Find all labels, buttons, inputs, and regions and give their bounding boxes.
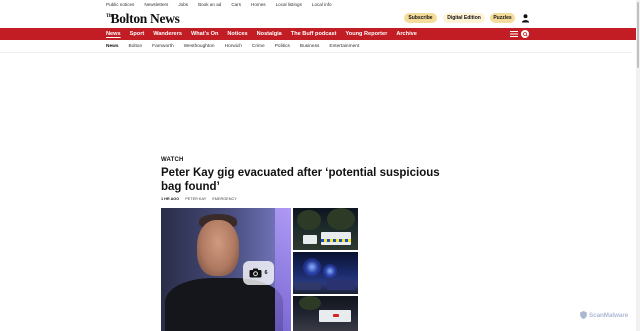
watermark-text: ScanMalware [589,311,629,319]
gallery-thumbnail[interactable] [293,208,358,250]
gallery-thumbnail[interactable] [293,296,358,331]
nav-item-whats-on[interactable]: What's On [191,31,218,37]
gallery-thumbnail[interactable] [293,252,358,294]
hamburger-menu-icon[interactable] [510,31,518,37]
vehicle-stripe [333,314,339,317]
nav-item-buff-podcast[interactable]: The Buff podcast [291,31,337,37]
vehicle-silhouette [295,282,321,290]
magnifier-glyph [522,31,528,37]
article-headline: Peter Kay gig evacuated after ‘potential… [161,167,440,193]
sub-nav-item-bolton[interactable]: Bolton [129,44,143,49]
emergency-light [323,264,337,278]
photo-gallery-button[interactable]: 6 [243,261,274,285]
hero-suit [165,278,283,331]
sub-nav-item-westhoughton[interactable]: Westhoughton [184,44,215,49]
logo-text: Bolton News [110,11,180,26]
site-logo[interactable]: The Bolton News [106,11,180,27]
parked-car [303,235,317,244]
thumb-tree [297,210,321,230]
sub-nav-item-farnworth[interactable]: Farnworth [152,44,174,49]
sub-nav-item-entertainment[interactable]: Entertainment [329,44,359,49]
emergency-light [303,258,321,276]
search-icon[interactable] [521,30,529,38]
shield-icon [580,311,587,319]
nav-item-notices[interactable]: Notices [227,31,247,37]
nav-item-wanderers[interactable]: Wanderers [153,31,182,37]
hero-face [197,220,239,276]
nav-item-sport[interactable]: Sport [130,31,145,37]
utility-bar: Public notices Newsletters Jobs Book an … [0,0,632,8]
nav-item-archive[interactable]: Archive [396,31,417,37]
utility-link-local-listings[interactable]: Local listings [276,2,302,7]
utility-link-book-an-ad[interactable]: Book an ad [198,2,221,7]
utility-link-local-info[interactable]: Local info [312,2,332,7]
article-tag[interactable]: EMERGENCY [212,197,236,201]
sub-nav-item-horwich[interactable]: Horwich [225,44,242,49]
thumb-tree [327,208,355,230]
logo-prefix: The [106,14,114,19]
article-kicker: WATCH [161,157,184,163]
digital-edition-button[interactable]: Digital Edition [443,13,485,23]
masthead: The Bolton News Subscribe Digital Editio… [0,8,632,28]
scrollbar-thumb[interactable] [637,2,639,68]
hero-stage-light [275,208,291,331]
article-author[interactable]: PETER KAY [185,197,206,201]
nav-item-nostalgia[interactable]: Nostalgia [257,31,282,37]
utility-link-public-notices[interactable]: Public notices [106,2,134,7]
utility-link-cars[interactable]: Cars [231,2,241,7]
thumb-tree [299,296,321,310]
nav-item-news[interactable]: News [106,31,121,37]
sub-nav-item-news[interactable]: News [106,44,119,49]
sub-nav-item-business[interactable]: Business [300,44,319,49]
watermark: ScanMalware [580,311,628,319]
article-time: 1 HR AGO [161,197,180,201]
utility-link-jobs[interactable]: Jobs [178,2,188,7]
utility-link-homes[interactable]: Homes [251,2,266,7]
article-byline: 1 HR AGO PETER KAY EMERGENCY [161,197,237,201]
sub-nav: News Bolton Farnworth Westhoughton Horwi… [0,40,632,53]
police-livery [321,239,351,242]
sub-nav-item-crime[interactable]: Crime [252,44,265,49]
camera-icon [249,268,262,278]
utility-link-newsletters[interactable]: Newsletters [144,2,168,7]
vehicle-silhouette [327,280,355,290]
puzzles-button[interactable]: Puzzles [490,13,515,23]
nav-item-young-reporter[interactable]: Young Reporter [345,31,387,37]
main-nav: News Sport Wanderers What's On Notices N… [0,28,636,40]
user-icon[interactable] [521,13,530,23]
subscribe-button[interactable]: Subscribe [404,13,437,23]
sub-nav-item-politics[interactable]: Politics [275,44,290,49]
photo-count: 6 [264,270,268,276]
